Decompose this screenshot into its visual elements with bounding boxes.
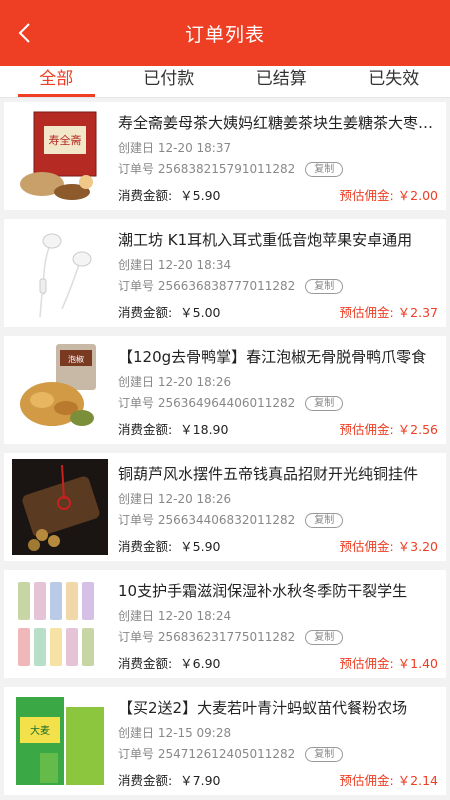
order-number: 256836231775011282 (157, 630, 296, 644)
page-title: 订单列表 (184, 23, 265, 46)
tab-settled[interactable]: 已结算 (225, 66, 338, 97)
order-date: 创建日 12-20 18:37 (118, 141, 232, 155)
order-number-row: 订单号 256634406832011282 复制 (118, 512, 438, 528)
order-card[interactable]: 寿全斋 寿全斋姜母茶大姨妈红糖姜茶块生姜糖茶大枣桂圆 创建日 12-20 18:… (4, 102, 446, 210)
copy-button[interactable]: 复制 (305, 746, 344, 762)
product-image-ginger-tea: 寿全斋 (12, 108, 108, 204)
order-number-row: 订单号 256636838777011282 复制 (118, 278, 438, 294)
order-amount: 消费金额: ￥5.00 (118, 305, 221, 320)
tab-paid[interactable]: 已付款 (113, 66, 226, 97)
svg-text:寿全斋: 寿全斋 (49, 133, 82, 147)
estimated-commission: 预估佣金: ￥2.14 (339, 773, 438, 788)
product-name: 【买2送2】大麦若叶青汁蚂蚁苗代餐粉农场 (118, 699, 408, 717)
order-number: 256634406832011282 (157, 513, 296, 527)
estimated-commission: 预估佣金: ￥2.56 (339, 422, 438, 437)
order-date: 创建日 12-20 18:34 (118, 258, 232, 272)
order-list: 寿全斋 寿全斋姜母茶大姨妈红糖姜茶块生姜糖茶大枣桂圆 创建日 12-20 18:… (0, 98, 450, 795)
order-date: 创建日 12-20 18:24 (118, 609, 232, 623)
product-name: 寿全斋姜母茶大姨妈红糖姜茶块生姜糖茶大枣桂圆 (118, 114, 438, 132)
product-name: 【120g去骨鸭掌】春江泡椒无骨脱骨鸭爪零食 (118, 348, 427, 366)
copy-button[interactable]: 复制 (305, 395, 344, 411)
estimated-commission: 预估佣金: ￥2.37 (339, 305, 438, 320)
product-image-earphones (12, 225, 108, 321)
order-amount: 消费金额: ￥7.90 (118, 773, 221, 788)
order-amount: 消费金额: ￥5.90 (118, 188, 221, 203)
order-date: 创建日 12-20 18:26 (118, 492, 232, 506)
order-number-row: 订单号 256836231775011282 复制 (118, 629, 438, 645)
product-image-copper-gourd (12, 459, 108, 555)
order-card[interactable]: 大麦 【买2送2】大麦若叶青汁蚂蚁苗代餐粉农场 创建日 12-15 09:28 … (4, 687, 446, 795)
order-number-row: 订单号 254712612405011282 复制 (118, 746, 438, 762)
svg-text:泡椒: 泡椒 (68, 354, 84, 364)
product-image-hand-cream (12, 576, 108, 672)
order-card[interactable]: 铜葫芦风水摆件五帝钱真品招财开光纯铜挂件 创建日 12-20 18:26 订单号… (4, 453, 446, 561)
order-date: 创建日 12-15 09:28 (118, 726, 232, 740)
svg-text:大麦: 大麦 (30, 724, 50, 737)
order-number: 256838215791011282 (157, 162, 296, 176)
order-number: 256636838777011282 (157, 279, 296, 293)
order-card[interactable]: 10支护手霜滋润保湿补水秋冬季防干裂学生 创建日 12-20 18:24 订单号… (4, 570, 446, 678)
order-date: 创建日 12-20 18:26 (118, 375, 232, 389)
copy-button[interactable]: 复制 (305, 629, 344, 645)
order-number: 256364964406011282 (157, 396, 296, 410)
order-card[interactable]: 泡椒 【120g去骨鸭掌】春江泡椒无骨脱骨鸭爪零食 创建日 12-20 18:2… (4, 336, 446, 444)
estimated-commission: 预估佣金: ￥1.40 (339, 656, 438, 671)
product-name: 10支护手霜滋润保湿补水秋冬季防干裂学生 (118, 582, 408, 600)
back-button[interactable] (12, 20, 38, 46)
tab-all[interactable]: 全部 (0, 66, 113, 97)
order-status-tabs: 全部 已付款 已结算 已失效 (0, 66, 450, 98)
chevron-left-icon (18, 23, 30, 43)
tab-invalid[interactable]: 已失效 (338, 66, 450, 97)
product-name: 铜葫芦风水摆件五帝钱真品招财开光纯铜挂件 (118, 465, 419, 483)
order-amount: 消费金额: ￥5.90 (118, 539, 221, 554)
product-image-duck-feet: 泡椒 (12, 342, 108, 438)
order-number-row: 订单号 256838215791011282 复制 (118, 161, 438, 177)
estimated-commission: 预估佣金: ￥2.00 (339, 188, 438, 203)
order-number: 254712612405011282 (157, 747, 296, 761)
order-card[interactable]: 潮工坊 K1耳机入耳式重低音炮苹果安卓通用 创建日 12-20 18:34 订单… (4, 219, 446, 327)
copy-button[interactable]: 复制 (305, 512, 344, 528)
order-amount: 消费金额: ￥6.90 (118, 656, 221, 671)
copy-button[interactable]: 复制 (305, 278, 344, 294)
product-image-barley-grass: 大麦 (12, 693, 108, 789)
estimated-commission: 预估佣金: ￥3.20 (339, 539, 438, 554)
order-amount: 消费金额: ￥18.90 (118, 422, 229, 437)
app-header: 订单列表 (0, 0, 450, 66)
copy-button[interactable]: 复制 (305, 161, 344, 177)
order-number-row: 订单号 256364964406011282 复制 (118, 395, 438, 411)
product-name: 潮工坊 K1耳机入耳式重低音炮苹果安卓通用 (118, 231, 413, 249)
